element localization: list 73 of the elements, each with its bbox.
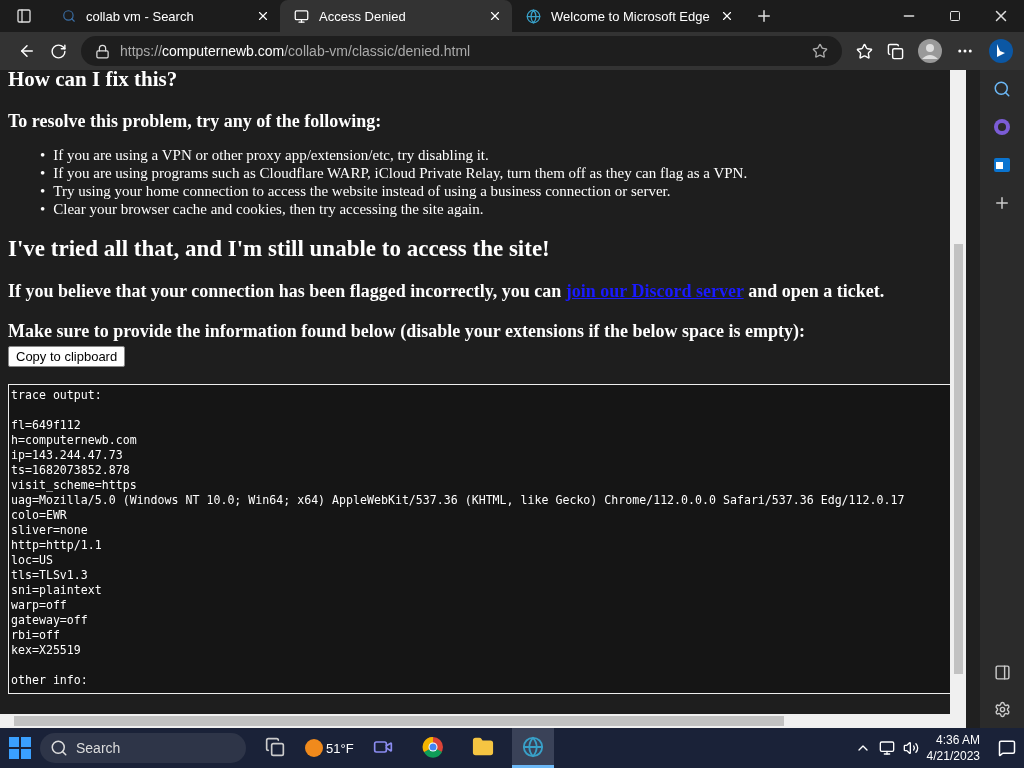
restore-icon[interactable]	[949, 10, 961, 22]
tip-item: If you are using a VPN or other proxy app/extension/etc, try disabling it.	[53, 146, 489, 164]
computer-icon	[294, 8, 309, 24]
clock-time: 4:36 AM	[935, 732, 980, 748]
clock-date: 4/21/2023	[926, 748, 980, 764]
trace-line: ts=1682073852.878	[11, 463, 131, 478]
trace-line: sni=plaintext	[11, 583, 103, 598]
new-tab-icon[interactable]	[755, 7, 773, 25]
trace-line: h=computernewb.com	[11, 433, 138, 448]
star-icon[interactable]	[812, 43, 828, 59]
trace-line: fl=649f112	[11, 418, 82, 433]
trace-line: http=http/1.1	[11, 538, 103, 553]
bullet: •	[40, 200, 46, 218]
browser-tab[interactable]: collab vm - Search	[48, 0, 280, 32]
trace-line: rbi=off	[11, 628, 61, 643]
trace-line: kex=X25519	[11, 643, 82, 658]
weather-text[interactable]: 51°F	[304, 738, 354, 758]
lock-icon	[95, 43, 110, 59]
bullet: •	[40, 146, 46, 164]
tip-item: Try using your home connection to access the website instead of using a business connection or server.	[53, 182, 671, 200]
close-icon[interactable]	[720, 9, 734, 23]
trace-line: uag=Mozilla/5.0 (Windows NT 10.0; Win64; x64) AppleWebKit/537.36 (KHTML, like Gecko) Chrome/112.0.0.0 Safari/537.36 Edg/112.0.17	[11, 493, 906, 508]
tip-item: Clear your browser cache and cookies, then try accessing the site again.	[53, 200, 484, 218]
trace-line: tls=TLSv1.3	[11, 568, 89, 583]
folder-icon	[471, 735, 494, 758]
notifications-icon[interactable]	[998, 739, 1016, 757]
vertical-scrollbar[interactable]	[950, 70, 966, 714]
search-icon	[62, 9, 76, 23]
trace-header: other info:	[11, 673, 89, 688]
add-icon[interactable]	[993, 194, 1011, 212]
search-icon[interactable]	[993, 80, 1011, 98]
section-subheading: To resolve this problem, try any of the following:	[8, 111, 383, 132]
tip-item: If you are using programs such as Cloudflare WARP, iCloud Private Relay, turn them off as they can flag as a VPN.	[53, 164, 748, 182]
trace-header: trace output:	[11, 388, 103, 403]
page-heading: I've tried all that, and I'm still unable to access the site!	[8, 236, 551, 262]
task-view-icon	[265, 736, 285, 757]
globe-icon	[521, 735, 544, 758]
url-text: https://computernewb.com/collab-vm/classic/denied.html	[120, 43, 471, 59]
trace-line: ip=143.244.47.73	[11, 448, 124, 463]
profile-avatar[interactable]	[918, 39, 942, 63]
chrome-icon	[421, 735, 444, 758]
browser-tab[interactable]: Welcome to Microsoft Edge	[512, 0, 744, 32]
collections-icon[interactable]	[887, 42, 904, 60]
trace-line: sliver=none	[11, 523, 89, 538]
taskbar-app[interactable]	[511, 728, 554, 768]
trace-line: warp=off	[11, 598, 68, 613]
ticket-text: If you believe that your connection has been flagged incorrectly, you can join our Discord server and open a ticket.	[8, 281, 886, 302]
refresh-icon[interactable]	[50, 42, 67, 60]
volume-icon[interactable]	[902, 740, 919, 756]
settings-icon[interactable]	[993, 701, 1011, 718]
search-icon	[50, 739, 68, 757]
copy-button[interactable]: Copy to clipboard	[8, 346, 126, 367]
trace-line: visit_scheme=https	[11, 478, 138, 493]
windows-logo-icon[interactable]	[8, 736, 32, 760]
bullet: •	[40, 164, 46, 182]
close-icon[interactable]	[488, 9, 502, 23]
sidebar-icon[interactable]	[993, 664, 1011, 681]
globe-icon	[526, 8, 541, 24]
trace-line: colo=EWR	[11, 508, 68, 523]
bullet: •	[40, 182, 46, 200]
trace-line: loc=US	[11, 553, 54, 568]
address-bar[interactable]: https://computernewb.com/collab-vm/classic/denied.html	[81, 36, 842, 66]
page-heading: How can I fix this?	[8, 70, 179, 92]
horizontal-scrollbar[interactable]	[0, 714, 966, 728]
trace-line: gateway=off	[11, 613, 89, 628]
close-icon[interactable]	[256, 9, 270, 23]
sun-icon	[304, 738, 324, 758]
taskbar-search-field[interactable]: Search	[40, 733, 246, 763]
tab-actions-icon[interactable]	[16, 8, 32, 24]
favorites-icon[interactable]	[856, 42, 873, 60]
instructions-text: Make sure to provide the information found below (disable your extensions if the below space is empty):	[8, 321, 806, 342]
back-icon[interactable]	[18, 42, 36, 60]
browser-tab[interactable]: Access Denied	[280, 0, 512, 32]
